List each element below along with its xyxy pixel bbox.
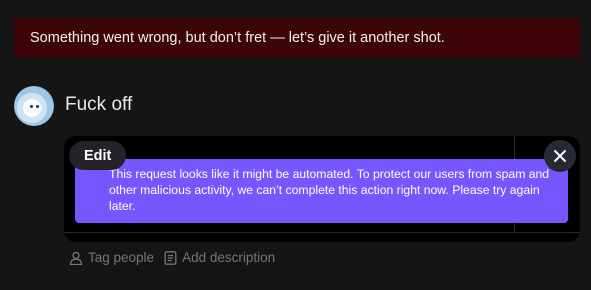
avatar-eye [30,105,33,108]
media-actions: Tag people Add description [69,250,275,265]
avatar-face [26,102,42,114]
document-icon [164,250,177,265]
add-description-button[interactable]: Add description [164,250,275,265]
avatar-eye [36,105,39,108]
error-banner: Something went wrong, but don’t fret — l… [14,18,580,58]
close-icon [554,150,566,162]
edit-button[interactable]: Edit [69,141,127,170]
person-icon [69,251,83,265]
error-message: Something went wrong, but don’t fret — l… [30,30,445,46]
tag-people-button[interactable]: Tag people [69,250,154,265]
edit-label: Edit [84,147,112,164]
rate-limit-toast: This request looks like it might be auto… [75,159,568,223]
add-description-label: Add description [182,250,276,265]
tag-people-label: Tag people [88,250,155,265]
media-divider [64,232,580,233]
close-media-button[interactable] [544,140,576,172]
post-text[interactable]: Fuck off [65,94,132,116]
avatar[interactable] [14,86,54,126]
toast-message: This request looks like it might be auto… [109,167,550,213]
